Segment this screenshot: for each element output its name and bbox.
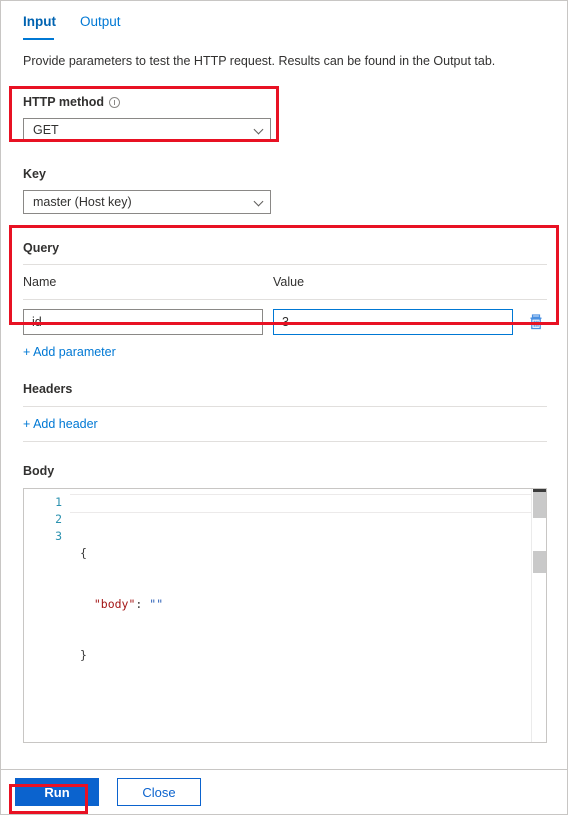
query-title: Query — [23, 241, 60, 255]
key-select[interactable]: master (Host key) — [23, 190, 271, 214]
add-parameter-link[interactable]: + Add parameter — [23, 344, 547, 360]
trash-icon[interactable] — [527, 313, 545, 331]
query-column-name: Name — [23, 275, 57, 289]
code-token-indent — [80, 597, 94, 611]
query-divider-top — [23, 264, 547, 265]
current-line-highlight — [70, 494, 546, 513]
scrollbar-thumb[interactable] — [533, 492, 546, 518]
headers-divider-bottom — [23, 441, 547, 442]
query-value-input[interactable]: 3 — [273, 309, 513, 335]
http-method-value: GET — [33, 123, 59, 137]
chevron-down-icon — [254, 125, 264, 135]
close-button-label: Close — [142, 784, 176, 800]
add-header-link[interactable]: + Add header — [23, 416, 547, 432]
query-name-value: id — [32, 315, 42, 329]
chevron-down-icon — [254, 197, 264, 207]
description-text: Provide parameters to test the HTTP requ… — [23, 54, 496, 68]
http-method-select[interactable]: GET — [23, 118, 271, 142]
code-token-punct: } — [80, 648, 87, 662]
editor-gutter: 1 2 3 — [24, 494, 70, 698]
line-number: 2 — [55, 512, 62, 526]
headers-section: Headers + Add header — [23, 381, 547, 442]
vertical-scrollbar[interactable] — [531, 489, 546, 742]
run-button-label: Run — [44, 784, 70, 800]
tab-input[interactable]: Input — [23, 14, 56, 40]
close-button[interactable]: Close — [117, 778, 201, 806]
tab-input-label: Input — [23, 14, 56, 29]
scrollbar-overview-mark — [533, 551, 546, 573]
headers-title: Headers — [23, 382, 73, 396]
key-label-text: Key — [23, 167, 46, 181]
code-token-punct: { — [80, 546, 87, 560]
query-column-value: Value — [273, 275, 305, 289]
query-name-input[interactable]: id — [23, 309, 263, 335]
editor-inner: 1 2 3 { "body": "" } — [24, 489, 546, 698]
code-line-1: { — [80, 545, 546, 562]
key-group: Key master (Host key) — [23, 166, 547, 214]
tab-output[interactable]: Output — [80, 14, 121, 35]
http-test-panel: Input Output Provide parameters to test … — [0, 0, 568, 815]
body-section: Body 1 2 3 { "body": "" } — [23, 463, 547, 743]
line-number: 1 — [55, 495, 62, 509]
code-line-3: } — [80, 647, 546, 664]
http-method-label-text: HTTP method — [23, 95, 105, 109]
query-value-value: 3 — [282, 315, 289, 329]
tab-bar: Input Output — [1, 1, 567, 40]
code-line-2: "body": "" — [80, 596, 546, 613]
http-method-label: HTTP method — [23, 94, 547, 110]
info-icon[interactable] — [109, 96, 121, 108]
line-number: 3 — [55, 529, 62, 543]
code-token-key: "body" — [93, 597, 136, 611]
table-row: id 3 — [23, 309, 547, 335]
form-content: Provide parameters to test the HTTP requ… — [1, 35, 567, 769]
body-title: Body — [23, 464, 55, 478]
run-button[interactable]: Run — [15, 778, 99, 806]
tab-output-label: Output — [80, 14, 121, 29]
code-token-colon: : — [135, 597, 150, 611]
code-token-string: "" — [149, 597, 164, 611]
body-code-editor[interactable]: 1 2 3 { "body": "" } — [23, 488, 547, 743]
dialog-footer: Run Close — [1, 769, 567, 814]
query-divider-middle — [23, 299, 547, 300]
query-column-headers: Name Value — [23, 274, 547, 290]
editor-code-area[interactable]: { "body": "" } — [70, 494, 546, 698]
key-label: Key — [23, 166, 547, 182]
key-value: master (Host key) — [33, 195, 132, 209]
query-section: Query Name Value id 3 + Add parameter — [23, 240, 547, 360]
http-method-group: HTTP method GET — [23, 94, 547, 142]
headers-divider-top — [23, 406, 547, 407]
